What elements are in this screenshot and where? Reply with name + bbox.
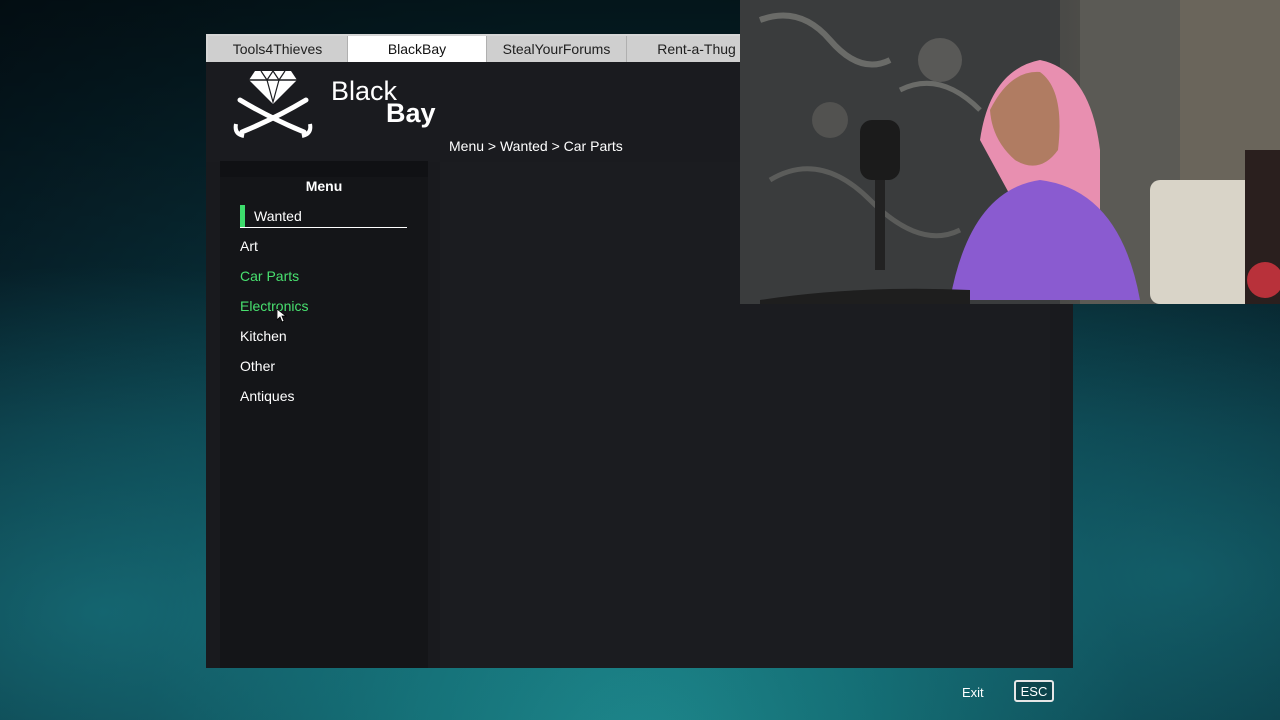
exit-label[interactable]: Exit: [962, 685, 984, 700]
active-indicator: [240, 205, 245, 227]
sidebar-menu: Menu Wanted Art Car Parts Electronics Ki…: [220, 161, 428, 668]
tab-tools4thieves[interactable]: Tools4Thieves: [208, 36, 348, 62]
diamond-crossed-swords-icon: [233, 69, 313, 138]
sidebar-item-kitchen[interactable]: Kitchen: [240, 328, 287, 344]
menu-title: Menu: [305, 178, 343, 194]
sidebar-item-label: Wanted: [254, 208, 302, 224]
sidebar-item-car-parts[interactable]: Car Parts: [240, 268, 299, 284]
mouse-cursor-icon: [277, 309, 287, 323]
sidebar-header-strip: [220, 161, 428, 177]
esc-key-button[interactable]: ESC: [1014, 680, 1054, 702]
tab-blackbay[interactable]: BlackBay: [348, 36, 487, 62]
webcam-overlay: [740, 0, 1280, 304]
sidebar-item-wanted[interactable]: Wanted: [240, 205, 407, 228]
sidebar-item-art[interactable]: Art: [240, 238, 258, 254]
sidebar-item-antiques[interactable]: Antiques: [240, 388, 294, 404]
sidebar-item-other[interactable]: Other: [240, 358, 275, 374]
logo-text-bay: Bay: [386, 98, 436, 128]
breadcrumb: Menu > Wanted > Car Parts: [449, 138, 623, 154]
sidebar-item-electronics[interactable]: Electronics: [240, 298, 308, 314]
webcam-feed-image: [740, 0, 1280, 304]
tab-stealyourforums[interactable]: StealYourForums: [487, 36, 627, 62]
